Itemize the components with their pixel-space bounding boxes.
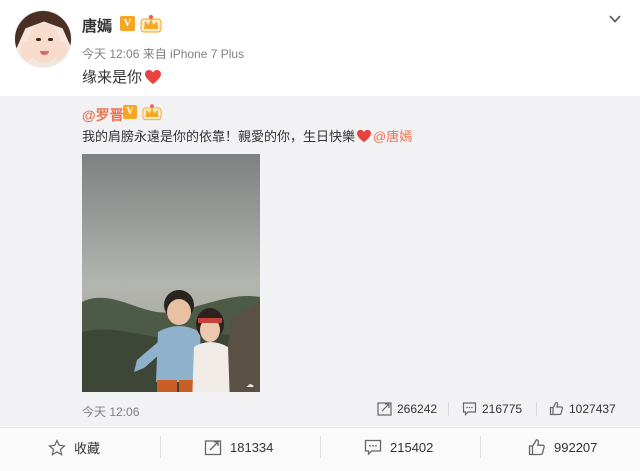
divider — [480, 436, 481, 458]
repost-forward-count: 266242 — [397, 401, 438, 416]
heart-emoji-icon — [357, 129, 372, 142]
divider — [160, 436, 161, 458]
comment-icon — [462, 402, 477, 416]
weibo-post-card: 唐嫣 V 今天 12:06 来自 iPhone 7 Plus 缘来是你 @罗晋 … — [0, 0, 640, 471]
repost-content: 我的肩膀永遠是你的依靠！親愛的你，生日快樂 @唐嫣 — [82, 126, 412, 145]
vip-crown-icon — [140, 15, 162, 33]
heart-emoji-icon — [145, 69, 162, 84]
forward-button[interactable]: 181334 — [204, 438, 273, 456]
repost-comment-button[interactable]: 216775 — [462, 401, 522, 416]
forward-icon — [377, 402, 392, 416]
repost-like-button[interactable]: 1027437 — [549, 401, 616, 416]
post-text: 缘来是你 — [82, 69, 143, 86]
repost-comment-count: 216775 — [482, 401, 523, 416]
author-avatar[interactable] — [14, 10, 72, 68]
verified-badge-icon: V — [120, 16, 135, 31]
repost-photo[interactable]: ☁ — [82, 154, 260, 392]
repost-text: 我的肩膀永遠是你的依靠！親愛的你，生日快樂 — [82, 129, 356, 144]
thumbs-up-icon — [549, 401, 564, 416]
comment-button[interactable]: 215402 — [364, 438, 433, 456]
author-name[interactable]: 唐嫣 — [82, 15, 112, 36]
repost-like-count: 1027437 — [569, 401, 616, 416]
forward-count: 181334 — [230, 439, 274, 455]
divider — [448, 402, 449, 416]
mention-link[interactable]: @唐嫣 — [373, 126, 412, 145]
chevron-down-icon[interactable] — [608, 12, 622, 26]
favorite-button[interactable]: 收藏 — [48, 438, 100, 457]
star-icon — [48, 438, 66, 456]
repost-verified-badge-icon: V — [123, 105, 137, 119]
forward-icon — [204, 440, 222, 456]
divider — [536, 402, 537, 416]
comment-icon — [364, 439, 382, 456]
post-meta: 今天 12:06 来自 iPhone 7 Plus — [82, 47, 245, 61]
post-content: 缘来是你 — [82, 66, 162, 87]
like-button[interactable]: 992207 — [528, 438, 597, 456]
favorite-label: 收藏 — [74, 441, 101, 456]
repost-vip-crown-icon — [142, 104, 162, 121]
divider — [320, 436, 321, 458]
repost-time: 今天 12:06 — [82, 405, 140, 419]
repost-author[interactable]: @罗晋 — [82, 105, 124, 125]
photo-watermark: ☁ — [246, 380, 254, 389]
repost-forward-button[interactable]: 266242 — [377, 401, 437, 416]
like-count: 992207 — [554, 439, 598, 455]
thumbs-up-icon — [528, 439, 545, 456]
comment-count: 215402 — [390, 439, 434, 455]
